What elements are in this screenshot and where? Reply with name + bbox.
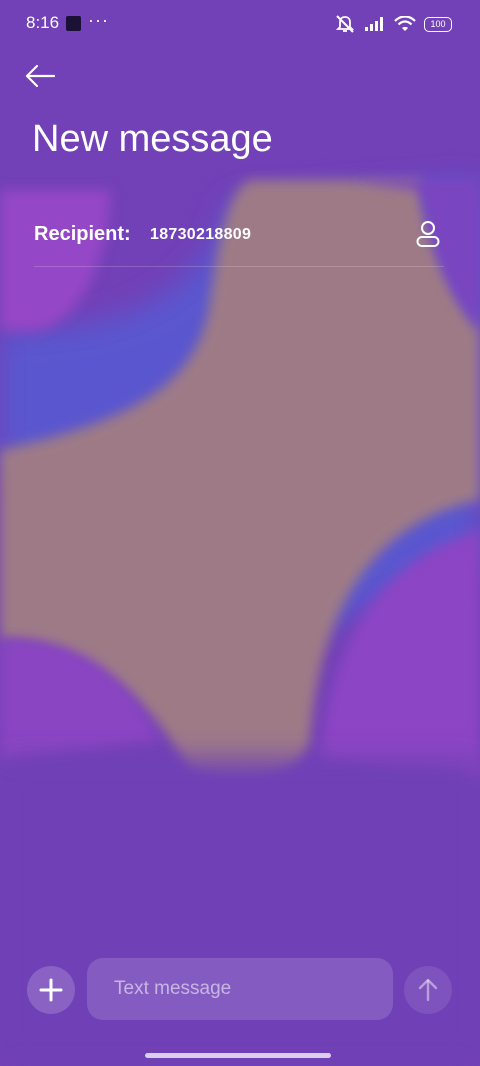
contact-person-icon (414, 220, 442, 248)
plus-icon (27, 966, 75, 1014)
back-button[interactable] (22, 58, 62, 94)
notification-square-icon (66, 16, 81, 31)
status-time: 8:16 (26, 13, 60, 32)
recipient-divider (34, 266, 444, 267)
page-title: New message (32, 118, 273, 160)
recipient-input[interactable]: 18730218809 (150, 226, 251, 244)
recipient-row[interactable]: Recipient: 18730218809 (34, 210, 444, 266)
add-attachment-button[interactable] (27, 966, 75, 1014)
message-input[interactable] (87, 958, 393, 1020)
home-indicator[interactable] (145, 1053, 331, 1058)
status-bar: 8:16 ··· 100 (0, 0, 480, 48)
wifi-icon (394, 16, 416, 32)
send-button[interactable] (404, 966, 452, 1014)
status-icons: 100 (334, 14, 452, 34)
more-notifications-icon: ··· (88, 10, 109, 30)
mute-icon (334, 14, 356, 34)
back-arrow-icon (22, 58, 62, 94)
recipient-label: Recipient: (34, 223, 131, 245)
battery-icon: 100 (424, 16, 452, 32)
send-arrow-icon (404, 966, 452, 1014)
contact-picker-button[interactable] (414, 220, 442, 248)
signal-icon (364, 16, 386, 32)
